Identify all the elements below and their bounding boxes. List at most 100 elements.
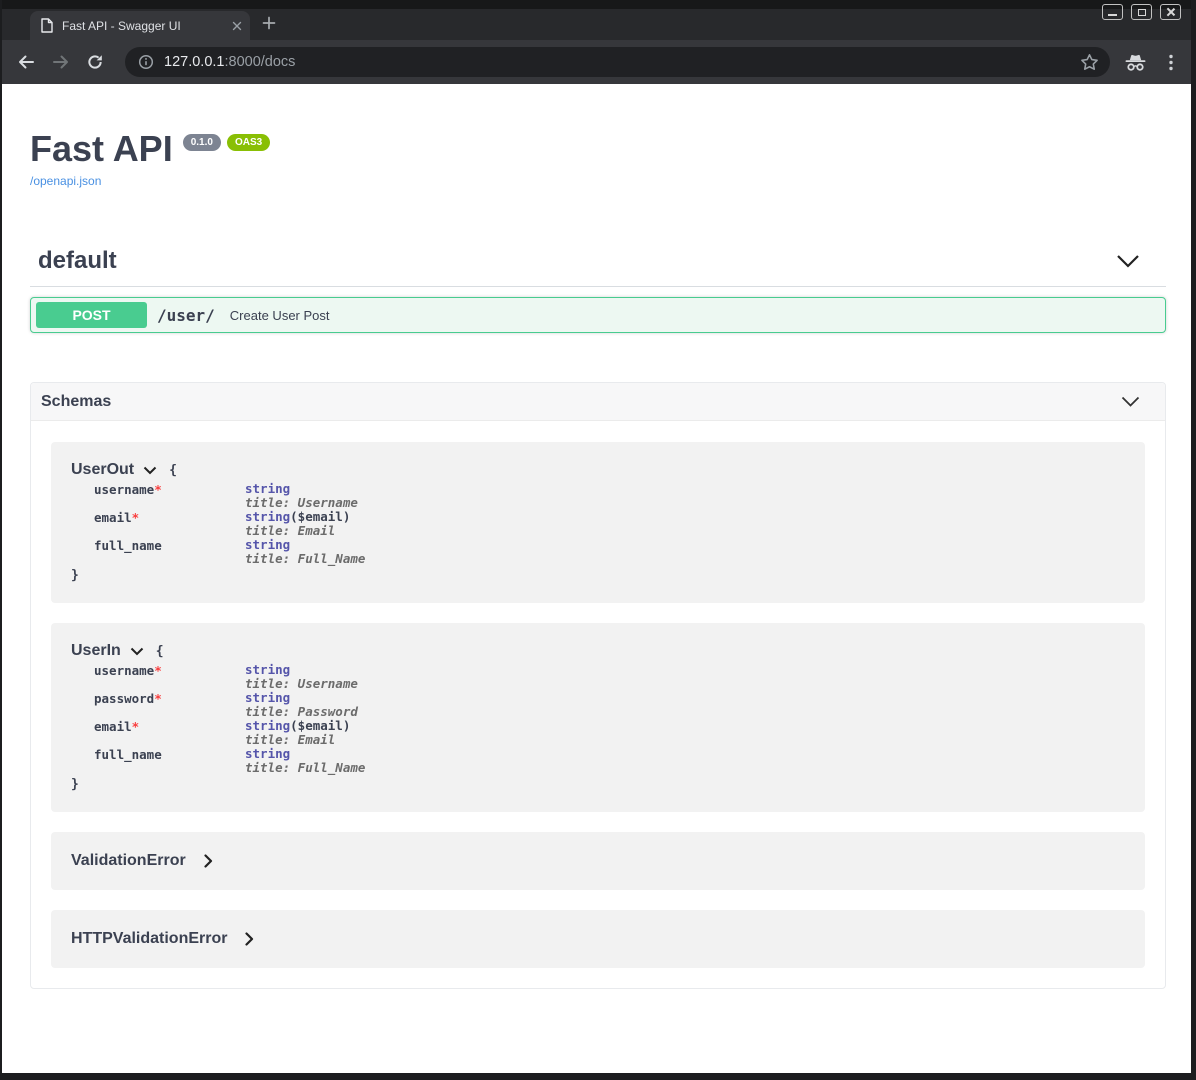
schemas-body: UserOut{username*stringtitle: Usernameem… [31, 421, 1165, 988]
property-name: password* [94, 691, 245, 719]
chevron-right-icon[interactable] [245, 932, 254, 946]
property-detail: string($email)title: Email [245, 510, 350, 538]
new-tab-button[interactable] [262, 16, 276, 30]
model-properties: username*stringtitle: Usernamepassword*s… [94, 663, 1125, 775]
browser-toolbar: 127.0.0.1:8000/docs [2, 40, 1191, 84]
post-method-button[interactable]: POST [36, 302, 147, 328]
property-detail: stringtitle: Password [245, 691, 358, 719]
badges: 0.1.0 OAS3 [183, 134, 270, 151]
property-type: string [245, 537, 290, 552]
maximize-icon [1138, 9, 1146, 16]
required-star: * [132, 719, 140, 734]
endpoint-path: /user/ [157, 306, 215, 325]
page-title: Fast API [30, 129, 173, 169]
property-format: ($email) [290, 509, 350, 524]
schemas-header[interactable]: Schemas [31, 383, 1165, 421]
model-UserIn: UserIn{username*stringtitle: Usernamepas… [51, 623, 1145, 812]
property-type: string [245, 746, 290, 761]
property-type-line: string [245, 663, 358, 677]
property-row: email*string($email)title: Email [94, 510, 1125, 538]
model-header: UserOut { [71, 461, 1125, 479]
endpoint-summary: Create User Post [230, 308, 330, 323]
property-type-line: string [245, 691, 358, 705]
property-type: string [245, 690, 290, 705]
info-icon[interactable] [138, 54, 154, 70]
reload-icon[interactable] [87, 54, 103, 70]
property-row: full_namestringtitle: Full_Name [94, 538, 1125, 566]
minimize-button[interactable] [1102, 4, 1123, 20]
model-name-label[interactable]: UserOut [71, 461, 134, 479]
model-ValidationError: ValidationError [51, 832, 1145, 890]
property-title: title: Username [245, 677, 358, 691]
property-detail: stringtitle: Full_Name [245, 747, 365, 775]
chevron-right-icon[interactable] [204, 854, 213, 868]
property-detail: string($email)title: Email [245, 719, 350, 747]
property-row: username*stringtitle: Username [94, 663, 1125, 691]
window-controls [1102, 4, 1181, 20]
closing-brace: } [71, 568, 1125, 583]
api-info: Fast API 0.1.0 OAS3 /openapi.json [30, 84, 1166, 188]
property-name: full_name [94, 538, 245, 566]
incognito-icon [1124, 53, 1147, 72]
toolbar-right-icons [1124, 53, 1173, 72]
address-bar[interactable]: 127.0.0.1:8000/docs [125, 47, 1110, 77]
endpoint-post-user[interactable]: POST /user/ Create User Post [30, 297, 1166, 333]
url-host: 127.0.0.1 [164, 54, 224, 70]
required-star: * [154, 482, 162, 497]
property-type: string [245, 509, 290, 524]
schemas-title: Schemas [41, 393, 111, 411]
version-badge: 0.1.0 [183, 134, 221, 151]
model-header: UserIn{ [71, 642, 1125, 660]
property-name: username* [94, 482, 245, 510]
menu-dots-icon[interactable] [1169, 54, 1173, 71]
property-detail: stringtitle: Username [245, 663, 358, 691]
property-detail: stringtitle: Username [245, 482, 358, 510]
browser-window: Fast API - Swagger UI 127.0.0.1:8000/doc… [0, 0, 1196, 1080]
property-format: ($email) [290, 718, 350, 733]
close-icon [1166, 7, 1176, 17]
required-star: * [154, 691, 162, 706]
property-title: title: Full_Name [245, 761, 365, 775]
property-title: title: Full_Name [245, 552, 365, 566]
model-header: HTTPValidationError [71, 930, 1125, 948]
tab-close-icon[interactable] [232, 21, 242, 31]
chevron-down-icon[interactable] [143, 466, 157, 475]
property-name: email* [94, 719, 245, 747]
chevron-down-icon[interactable] [130, 647, 144, 656]
property-row: username*stringtitle: Username [94, 482, 1125, 510]
browser-tab[interactable]: Fast API - Swagger UI [30, 11, 250, 40]
url-text[interactable]: 127.0.0.1:8000/docs [164, 54, 1080, 70]
tab-title: Fast API - Swagger UI [62, 19, 223, 33]
opening-brace: { [169, 463, 177, 478]
property-name: username* [94, 663, 245, 691]
property-type-line: string [245, 747, 365, 761]
property-name: email* [94, 510, 245, 538]
tag-header[interactable]: default [30, 246, 1166, 287]
forward-arrow-icon[interactable] [52, 54, 70, 70]
property-type: string [245, 718, 290, 733]
oas3-badge: OAS3 [227, 134, 270, 151]
property-title: title: Username [245, 496, 358, 510]
model-header: ValidationError [71, 852, 1125, 870]
model-name-label[interactable]: ValidationError [71, 852, 186, 870]
chevron-down-icon[interactable] [1121, 396, 1140, 407]
plus-icon [262, 16, 276, 30]
model-HTTPValidationError: HTTPValidationError [51, 910, 1145, 968]
required-star: * [154, 663, 162, 678]
schemas-section: Schemas UserOut{username*stringtitle: Us… [30, 382, 1166, 989]
close-button[interactable] [1160, 4, 1181, 20]
closing-brace: } [71, 777, 1125, 792]
openapi-spec-link[interactable]: /openapi.json [30, 174, 101, 188]
model-properties: username*stringtitle: Usernameemail*stri… [94, 482, 1125, 566]
document-icon [41, 18, 53, 33]
chevron-down-icon[interactable] [1116, 254, 1140, 268]
property-name: full_name [94, 747, 245, 775]
property-title: title: Email [245, 524, 350, 538]
property-type-line: string($email) [245, 719, 350, 733]
model-name-label[interactable]: HTTPValidationError [71, 930, 227, 948]
model-name-label[interactable]: UserIn [71, 642, 121, 660]
star-icon[interactable] [1080, 53, 1099, 71]
back-arrow-icon[interactable] [17, 54, 35, 70]
property-type-line: string [245, 538, 365, 552]
maximize-button[interactable] [1131, 4, 1152, 20]
